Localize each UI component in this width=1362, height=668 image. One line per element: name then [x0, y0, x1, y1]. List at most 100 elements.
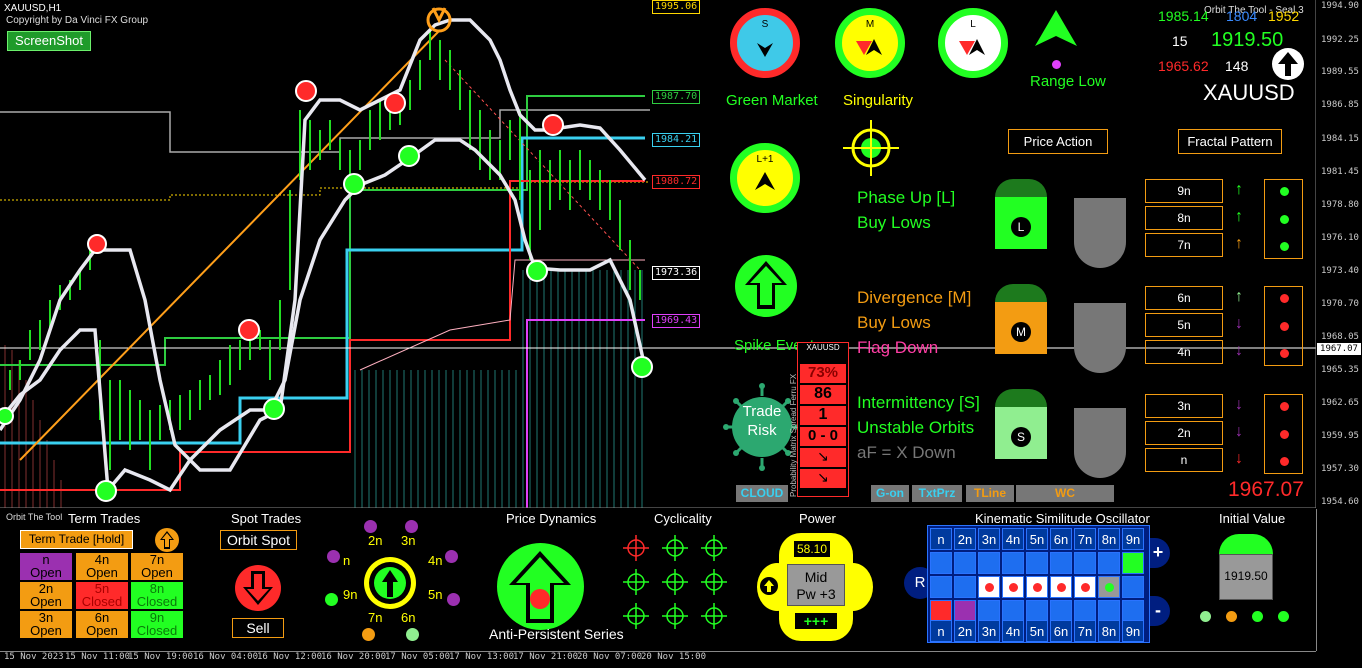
kso-cell [1122, 552, 1144, 574]
fractal-pattern-button[interactable]: Fractal Pattern [1178, 129, 1282, 154]
orbit-dot [405, 520, 418, 533]
orbit-dot [327, 550, 340, 563]
anti-persistent-caption: Anti-Persistent Series [489, 626, 624, 642]
dot-box-mid [1264, 286, 1303, 366]
tag-wc[interactable]: WC [1016, 485, 1114, 502]
x-tick: 15 Nov 2023 [4, 652, 64, 662]
orbit-label: 5n [428, 587, 443, 602]
phase-sub: Buy Lows [857, 313, 931, 332]
y-tick: 1954.60 [1321, 497, 1359, 507]
orbit-label: 9n [343, 587, 358, 602]
term-cell-7n[interactable]: 7n Open [131, 553, 183, 580]
phase-sub: Unstable Orbits [857, 418, 975, 437]
up-arrow-circle-icon [155, 528, 179, 552]
term-trade-hold-button[interactable]: Term Trade [Hold] [20, 530, 133, 549]
badge-m: M [995, 284, 1047, 354]
kso-cell [1050, 576, 1072, 598]
price-action-button[interactable]: Price Action [1008, 129, 1108, 154]
up-arrow-icon [755, 172, 775, 190]
stat-count1: 15 [1172, 33, 1188, 49]
dial-m: M [835, 8, 905, 78]
risk-pct: 73% [800, 364, 846, 383]
dial-caption-green-market: Green Market [726, 92, 818, 109]
orbit-dot [325, 593, 338, 606]
n-box-2n[interactable]: 2n [1145, 421, 1223, 445]
x-tick: 17 Nov 21:00 [513, 652, 579, 662]
n-box-7n[interactable]: 7n [1145, 233, 1223, 257]
dynamics-up-arrow-icon [497, 543, 584, 630]
kso-cell [1098, 600, 1120, 622]
tag-txtprz[interactable]: TxtPrz [912, 485, 962, 502]
n-box-3n[interactable]: 3n [1145, 394, 1223, 418]
sell-arrow-icon [235, 565, 281, 611]
current-price-tag: 1967.07 [1317, 343, 1361, 355]
term-cell-8n[interactable]: 8n Closed [131, 582, 183, 609]
n-box-4n[interactable]: 4n [1145, 340, 1223, 364]
term-cell-5n[interactable]: 5n Closed [76, 582, 128, 609]
down-arrow-icon: ↓ [1235, 450, 1243, 467]
cyclicality-title: Cyclicality [654, 511, 712, 526]
tag-g-on[interactable]: G-on [871, 485, 909, 502]
x-tick: 20 Nov 15:00 [641, 652, 707, 662]
initial-value-number: 1919.50 [1224, 569, 1268, 583]
term-cell-2n[interactable]: 2n Open [20, 582, 72, 609]
y-tick: 1976.10 [1321, 233, 1359, 243]
term-cell-4n[interactable]: 4n Open [76, 553, 128, 580]
n-box-6n[interactable]: 6n [1145, 286, 1223, 310]
term-cell-6n[interactable]: 6n Open [76, 611, 128, 638]
range-dot [1052, 60, 1061, 69]
crosshair-icon [843, 120, 899, 176]
tag-tline[interactable]: TLine [966, 485, 1014, 502]
risk-column: XAUUSD 73% 86 1 0 - 0 ↘ ↘ [797, 342, 849, 497]
status-dot [1252, 611, 1263, 622]
bottom-axis-divider [1316, 509, 1317, 651]
x-tick: 16 Nov 20:00 [321, 652, 387, 662]
kso-cell [1002, 600, 1024, 622]
term-cell-3n[interactable]: 3n Open [20, 611, 72, 638]
x-tick: 16 Nov 12:00 [257, 652, 323, 662]
y-tick: 1965.35 [1321, 365, 1359, 375]
status-dot [1280, 294, 1289, 303]
phase-formula: aF = X Down [857, 443, 956, 462]
trade-risk-label: Trade Risk [742, 403, 782, 439]
gray-tombstone [1074, 303, 1126, 373]
mixed-arrows-icon [959, 39, 985, 55]
x-axis: 15 Nov 2023 15 Nov 11:00 15 Nov 19:00 16… [0, 652, 1316, 668]
kso-cell [978, 600, 1000, 622]
phase-title: Phase Up [L] [857, 188, 956, 207]
power-title: Power [799, 511, 836, 526]
screenshot-button[interactable]: ScreenShot [7, 31, 91, 51]
kso-cell [1098, 552, 1120, 574]
symbol-timeframe: XAUUSD,H1 [4, 3, 62, 14]
stat-low: 1965.62 [1158, 58, 1209, 74]
y-tick: 1981.45 [1321, 167, 1359, 177]
kso-top-label: 9n [1122, 528, 1144, 550]
risk-down-right-icon: ↘ [800, 448, 846, 467]
n-box-n[interactable]: n [1145, 448, 1223, 472]
kso-cell [1074, 552, 1096, 574]
kso-grid: n 2n 3n 4n 5n 6n 7n 8n 9n n 2n 3n 4n 5n … [927, 525, 1150, 643]
term-cell-9n[interactable]: 9n Closed [131, 611, 183, 638]
orbit-label: 7n [368, 610, 383, 625]
x-tick: 15 Nov 19:00 [128, 652, 194, 662]
n-box-5n[interactable]: 5n [1145, 313, 1223, 337]
power-mid: Mid [804, 569, 828, 585]
x-tick: 20 Nov 07:00 [577, 652, 643, 662]
kso-cell [954, 576, 976, 598]
risk-down-right-icon: ↘ [800, 469, 846, 488]
x-tick: 15 Nov 11:00 [65, 652, 131, 662]
dial-l-plus-1: L+1 [730, 143, 800, 213]
term-trades-title: Term Trades [68, 511, 141, 526]
down-arrow-icon: ↓ [1235, 315, 1243, 332]
tag-cloud[interactable]: CLOUD [736, 485, 788, 502]
dial-caption-singularity: Singularity [843, 92, 914, 109]
kso-top-label: 2n [954, 528, 976, 550]
sell-button[interactable]: Sell [232, 618, 284, 638]
n-box-8n[interactable]: 8n [1145, 206, 1223, 230]
orbit-spot-button[interactable]: Orbit Spot [220, 530, 297, 550]
kso-cell [954, 600, 976, 622]
n-box-9n[interactable]: 9n [1145, 179, 1223, 203]
down-arrow-icon: ↓ [1235, 342, 1243, 359]
kso-cell [1026, 552, 1048, 574]
term-cell-n[interactable]: n Open [20, 553, 72, 580]
